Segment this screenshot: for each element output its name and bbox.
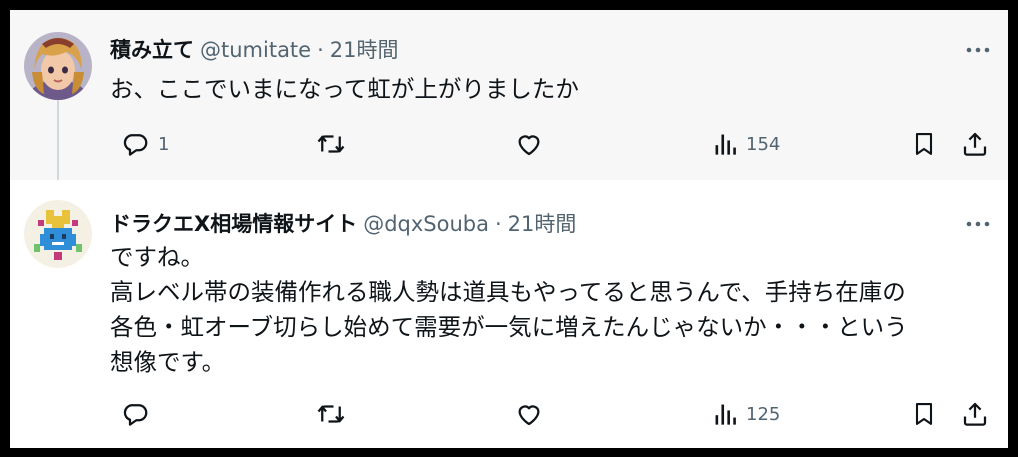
tweet-text-line: 各色・虹オーブ切らし始めて需要が一気に増えたんじゃないか・・・という	[110, 313, 908, 341]
bar-chart-icon	[715, 404, 736, 425]
display-name[interactable]: ドラクエX相場情報サイト	[110, 210, 357, 238]
tweet-header: ドラクエX相場情報サイト @dqxSouba · 21時間	[110, 210, 992, 238]
more-horizontal-icon	[966, 221, 990, 227]
reply-button[interactable]: 1	[120, 128, 169, 160]
reply-count: 1	[158, 133, 170, 155]
retweet-button[interactable]	[316, 128, 354, 160]
views-button[interactable]: 125	[712, 398, 780, 430]
more-horizontal-icon	[966, 47, 990, 53]
avatar[interactable]	[24, 200, 92, 268]
tweet-text: お、ここでいまになって虹が上がりましたか	[110, 72, 992, 107]
tweet-1[interactable]: 積み立て @tumitate · 21時間 お、ここでいまになって虹が上がりまし…	[10, 10, 1008, 192]
tweet-text-line: 想像です。	[110, 348, 226, 376]
share-button[interactable]	[960, 128, 990, 160]
display-name[interactable]: 積み立て	[110, 36, 194, 64]
bar-chart-icon	[715, 134, 736, 155]
tweet-actions: 1 154	[110, 128, 992, 160]
retweet-icon	[317, 405, 345, 423]
separator-dot: ·	[317, 38, 324, 62]
thread-connector-line	[57, 100, 59, 192]
share-icon	[963, 132, 987, 156]
reply-button[interactable]	[120, 398, 158, 430]
tweet-header: 積み立て @tumitate · 21時間	[110, 36, 992, 64]
tweet-text-line: ですね。	[110, 243, 204, 271]
bookmark-icon	[915, 403, 933, 425]
heart-icon	[518, 135, 540, 156]
tweet-text-line: 高レベル帯の装備作れる職人勢は道具もやってると思うんで、手持ち在庫の	[110, 278, 906, 306]
retweet-icon	[317, 135, 345, 153]
bookmark-button[interactable]	[910, 398, 938, 430]
timestamp[interactable]: 21時間	[330, 36, 399, 64]
more-button[interactable]	[964, 40, 992, 60]
user-handle[interactable]: @tumitate	[200, 36, 311, 64]
user-handle[interactable]: @dqxSouba	[363, 210, 489, 238]
bookmark-button[interactable]	[910, 128, 938, 160]
views-count: 154	[746, 133, 781, 155]
reply-icon	[123, 404, 148, 426]
tweet-text: ですね。 高レベル帯の装備作れる職人勢は道具もやってると思うんで、手持ち在庫の …	[110, 240, 992, 380]
tweet-text-line: お、ここでいまになって虹が上がりましたか	[110, 75, 579, 103]
avatar[interactable]	[24, 32, 92, 100]
views-count: 125	[746, 403, 781, 425]
share-icon	[963, 402, 987, 426]
tweet-content: 積み立て @tumitate · 21時間 お、ここでいまになって虹が上がりまし…	[110, 36, 992, 107]
share-button[interactable]	[960, 398, 990, 430]
tweet-content: ドラクエX相場情報サイト @dqxSouba · 21時間 ですね。 高レベル帯…	[110, 210, 992, 380]
like-button[interactable]	[514, 398, 552, 430]
tweet-actions: 125	[110, 398, 992, 430]
timestamp[interactable]: 21時間	[508, 210, 577, 238]
separator-dot: ·	[494, 212, 502, 236]
tweet-2[interactable]: ドラクエX相場情報サイト @dqxSouba · 21時間 ですね。 高レベル帯…	[10, 180, 1008, 448]
reply-icon	[123, 134, 148, 156]
tweet-thread: 積み立て @tumitate · 21時間 お、ここでいまになって虹が上がりまし…	[10, 10, 1008, 448]
heart-icon	[518, 405, 540, 426]
like-button[interactable]	[514, 128, 552, 160]
retweet-button[interactable]	[316, 398, 354, 430]
views-button[interactable]: 154	[712, 128, 780, 160]
more-button[interactable]	[964, 214, 992, 234]
bookmark-icon	[915, 133, 933, 155]
